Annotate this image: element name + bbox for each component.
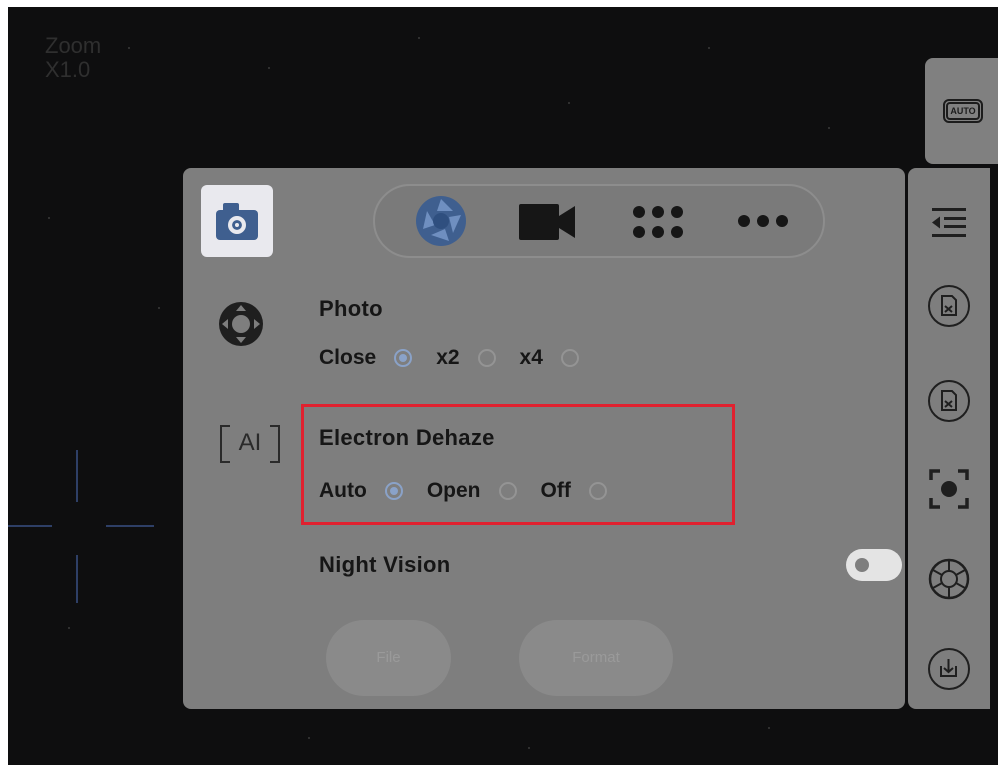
tab-grid[interactable] <box>613 186 703 256</box>
tab-video[interactable] <box>505 186 595 256</box>
ai-mode-button[interactable]: AI <box>220 425 280 463</box>
photo-option-x4-radio[interactable] <box>560 349 579 367</box>
photo-title: Photo <box>319 296 383 321</box>
shutter-icon[interactable] <box>928 558 970 600</box>
download-icon[interactable] <box>928 648 970 690</box>
night-vision-title: Night Vision <box>319 552 451 577</box>
tab-more[interactable] <box>723 186 813 256</box>
dehaze-highlight-box <box>301 404 735 525</box>
format-button[interactable]: Format <box>519 620 673 696</box>
joystick-icon[interactable] <box>218 301 264 347</box>
zoom-indicator: Zoom X1.0 <box>45 34 101 82</box>
sd-card-icon[interactable] <box>928 380 970 422</box>
tab-aperture[interactable] <box>400 186 490 256</box>
zoom-value: X1.0 <box>45 57 91 82</box>
mode-tabbar <box>373 184 825 258</box>
photo-option-close-label: Close <box>319 346 377 369</box>
night-vision-toggle[interactable] <box>846 549 902 581</box>
collapse-menu-icon[interactable] <box>928 202 970 244</box>
photo-options: Close x2 x4 <box>319 346 603 370</box>
photo-option-x4-label: x4 <box>519 346 543 369</box>
ai-label: AI <box>238 429 262 456</box>
zoom-label: Zoom <box>45 33 102 58</box>
photo-option-close-radio[interactable] <box>394 349 413 367</box>
camera-mode-button[interactable] <box>201 185 273 257</box>
photo-option-x2-radio[interactable] <box>477 349 496 367</box>
auto-icon: AUTO <box>943 99 983 123</box>
more-icon <box>738 215 788 227</box>
video-camera-icon <box>519 204 575 240</box>
grid-icon <box>633 206 683 238</box>
focus-record-icon[interactable] <box>928 468 970 510</box>
aperture-icon <box>416 196 466 246</box>
sd-card-icon[interactable] <box>928 285 970 327</box>
photo-option-x2-label: x2 <box>436 346 460 369</box>
right-rail <box>908 168 990 709</box>
file-button[interactable]: File <box>326 620 451 696</box>
auto-mode-button[interactable]: AUTO <box>925 58 998 164</box>
